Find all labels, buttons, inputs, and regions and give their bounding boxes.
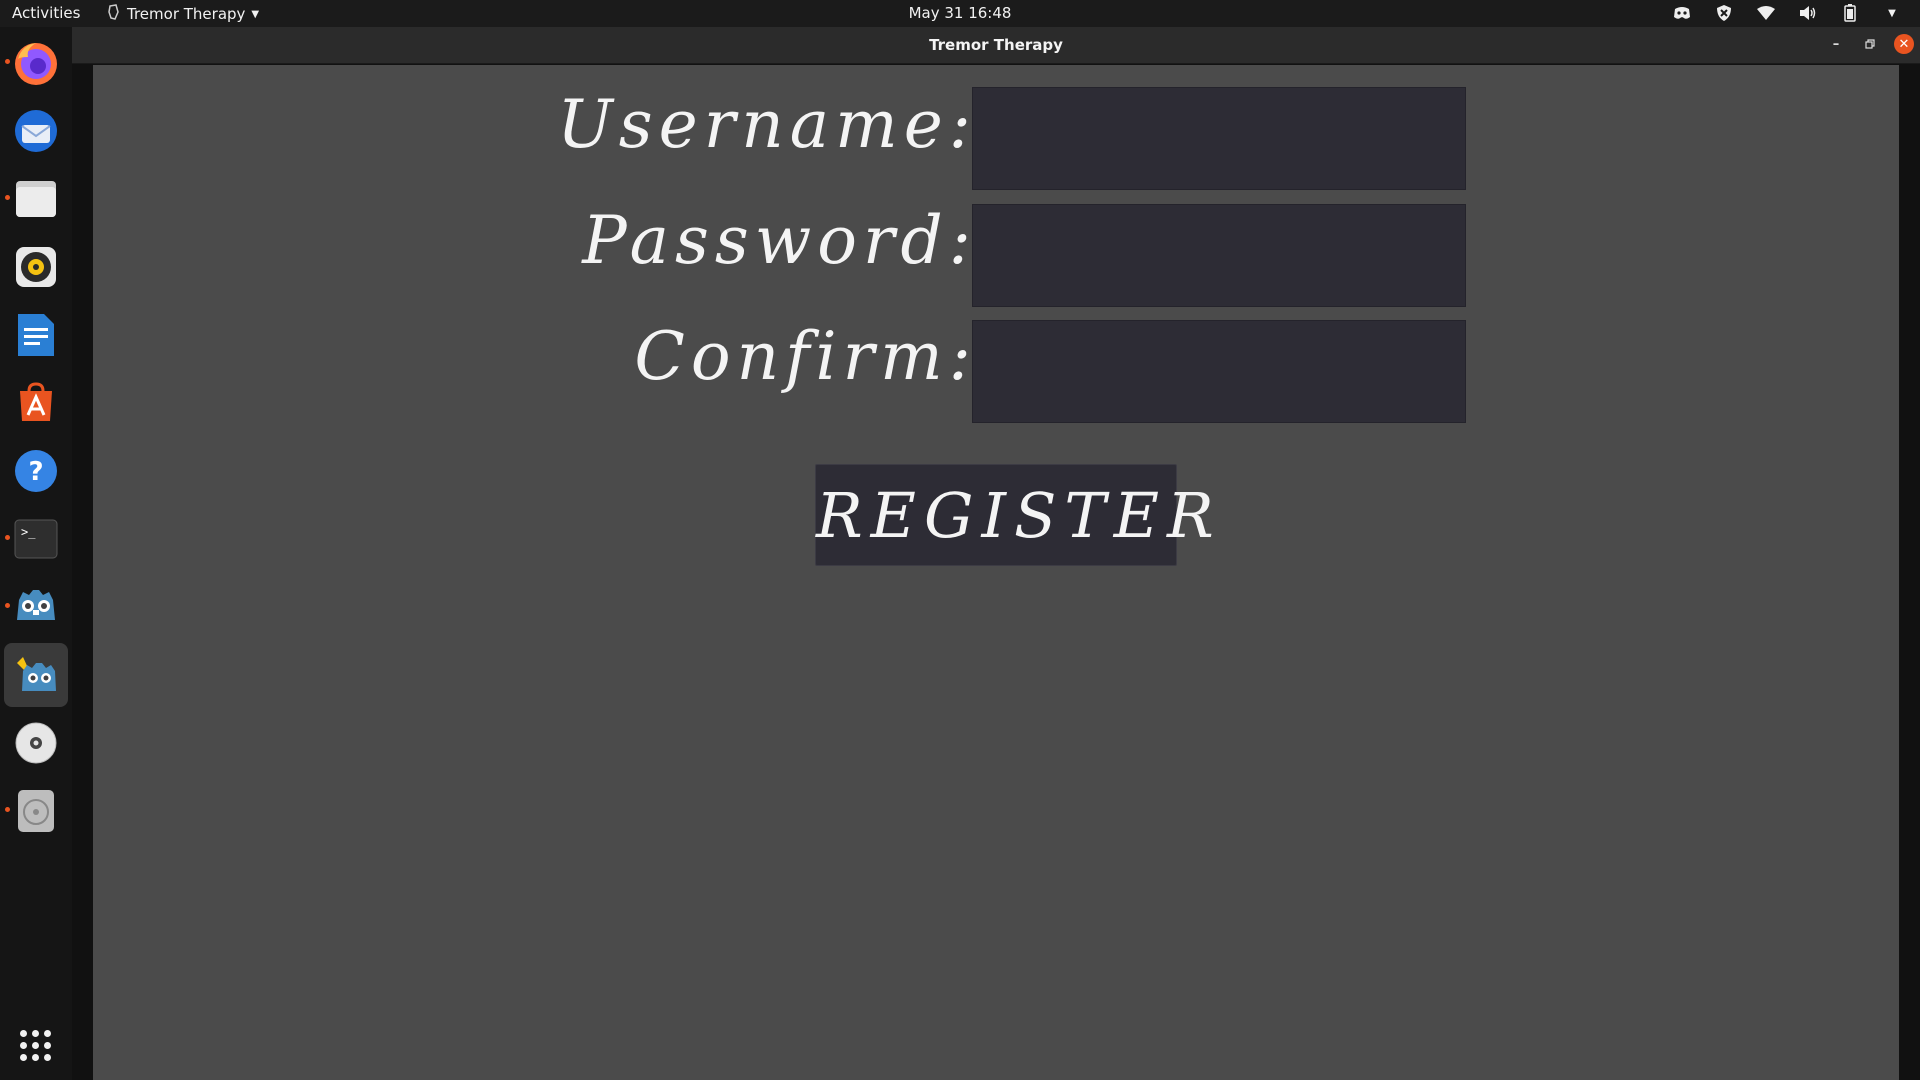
confirm-password-field[interactable]	[972, 320, 1466, 423]
battery-icon[interactable]	[1840, 3, 1860, 23]
dock: ? >_	[0, 27, 72, 1080]
window-title: Tremor Therapy	[929, 36, 1063, 54]
username-field[interactable]	[972, 87, 1466, 190]
app-menu[interactable]: Tremor Therapy ▼	[107, 4, 259, 24]
discord-icon[interactable]	[1672, 3, 1692, 23]
svg-text:?: ?	[28, 457, 43, 487]
app-menu-icon	[107, 4, 121, 24]
dvd-drive-icon[interactable]	[4, 711, 68, 775]
godot-icon[interactable]	[4, 575, 68, 639]
clock[interactable]: May 31 16:48	[909, 4, 1012, 22]
top-bar: Activities Tremor Therapy ▼ May 31 16:48…	[0, 0, 1920, 27]
confirm-label: Confirm:	[634, 318, 977, 395]
window-titlebar[interactable]: Tremor Therapy – ✕	[72, 27, 1920, 64]
godot-game-icon[interactable]	[4, 643, 68, 707]
activities-button[interactable]: Activities	[12, 4, 80, 22]
minimize-icon[interactable]: –	[1826, 34, 1846, 54]
password-field[interactable]	[972, 204, 1466, 307]
firefox-icon[interactable]	[4, 31, 68, 95]
app-center-icon[interactable]	[4, 371, 68, 435]
system-menu-caret-icon[interactable]: ▼	[1882, 3, 1902, 23]
svg-text:>_: >_	[21, 525, 36, 539]
shield-icon[interactable]	[1714, 3, 1734, 23]
volume-icon[interactable]	[1798, 3, 1818, 23]
show-applications-icon[interactable]	[20, 1030, 52, 1062]
wifi-icon[interactable]	[1756, 3, 1776, 23]
thunderbird-icon[interactable]	[4, 99, 68, 163]
help-icon[interactable]: ?	[4, 439, 68, 503]
password-label: Password:	[582, 202, 977, 279]
window-edge	[1899, 65, 1920, 1080]
username-label: Username:	[557, 86, 977, 163]
files-icon[interactable]	[4, 167, 68, 231]
libreoffice-writer-icon[interactable]	[4, 303, 68, 367]
system-tray[interactable]: ▼	[1672, 3, 1902, 23]
app-window: Tremor Therapy – ✕ Username: Password: C…	[72, 27, 1920, 1080]
rhythmbox-icon[interactable]	[4, 235, 68, 299]
restore-icon[interactable]	[1860, 34, 1880, 54]
terminal-icon[interactable]: >_	[4, 507, 68, 571]
close-icon[interactable]: ✕	[1894, 34, 1914, 54]
register-button[interactable]: REGISTER	[815, 464, 1214, 566]
register-screen: Username: Password: Confirm: REGISTER	[93, 65, 1899, 1080]
window-controls: – ✕	[1826, 34, 1914, 54]
app-menu-label: Tremor Therapy	[127, 5, 246, 23]
chevron-down-icon: ▼	[251, 8, 260, 20]
disk-icon[interactable]	[4, 779, 68, 843]
